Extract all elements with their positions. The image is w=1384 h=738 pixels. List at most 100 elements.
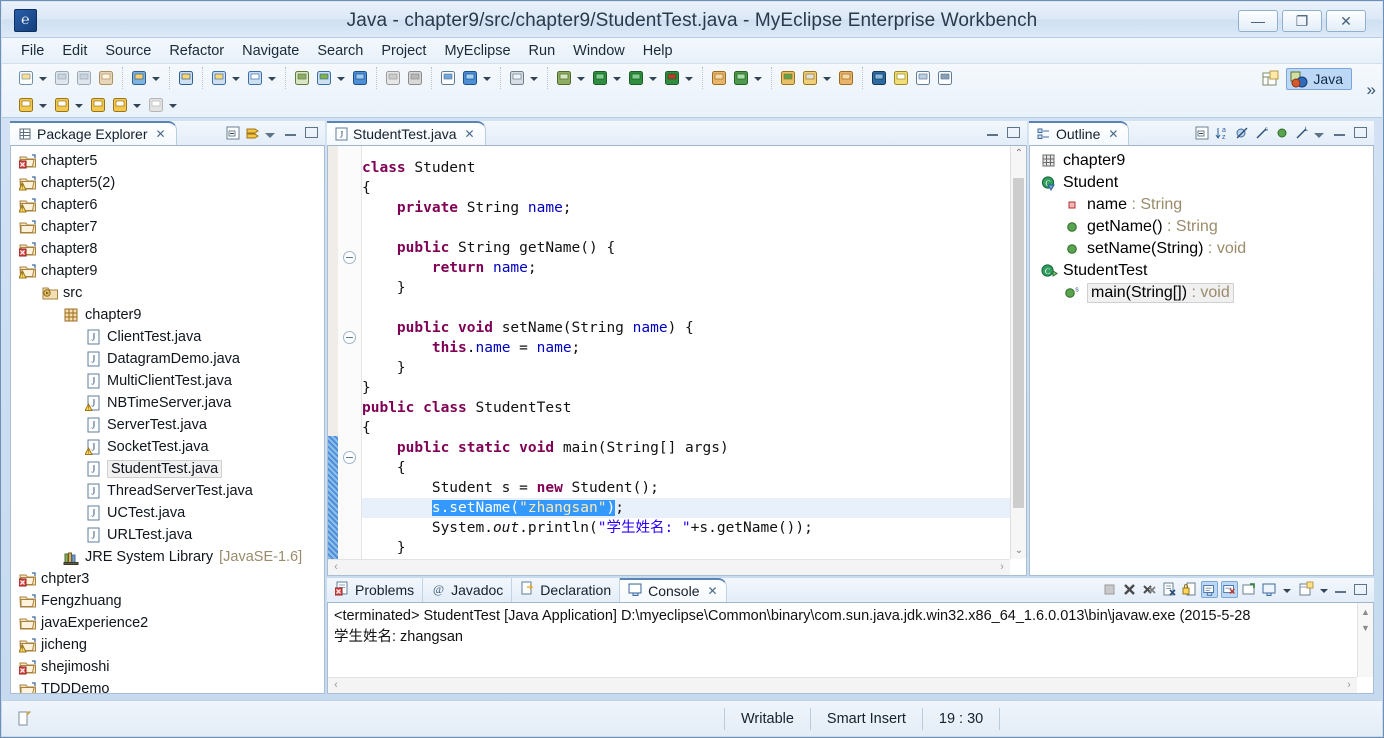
myeclipse-dropdown-arrow[interactable] <box>150 70 161 86</box>
coverage-dd-arrow[interactable] <box>683 70 694 86</box>
perspective-java-button[interactable]: Java <box>1286 68 1352 90</box>
package-tree-item[interactable]: J StudentTest.java <box>11 458 324 480</box>
close-window-button[interactable]: ✕ <box>1326 10 1366 32</box>
tab-package-explorer[interactable]: Package Explorer ✕ <box>10 121 177 145</box>
package-tree-item[interactable]: chapter5 <box>11 150 324 172</box>
package-icon[interactable] <box>837 69 855 87</box>
run-dd-arrow[interactable] <box>611 70 622 86</box>
show-console-on-error-icon[interactable] <box>1221 581 1238 598</box>
hscroll-right-arrow[interactable]: › <box>994 560 1010 575</box>
open-type-icon[interactable] <box>732 69 750 87</box>
outline-item[interactable]: name : String <box>1030 194 1373 216</box>
collapse-all-icon[interactable] <box>1194 125 1210 141</box>
forward-icon[interactable] <box>111 96 129 114</box>
package-tree-item[interactable]: ! chapter9 <box>11 260 324 282</box>
package-tree-item[interactable]: J ServerTest.java <box>11 414 324 436</box>
open-folder-icon[interactable] <box>779 69 797 87</box>
console-horizontal-scrollbar[interactable]: ‹ › <box>328 677 1357 693</box>
view-menu-icon[interactable] <box>265 125 281 141</box>
web-preview-dd-arrow[interactable] <box>481 70 492 86</box>
web-browser-icon[interactable] <box>351 69 369 87</box>
clear-console-icon[interactable] <box>1161 581 1178 598</box>
menu-refactor[interactable]: Refactor <box>160 40 233 62</box>
close-icon[interactable]: ✕ <box>465 127 475 141</box>
console-output-area[interactable]: <terminated> StudentTest [Java Applicati… <box>328 603 1373 648</box>
deploy-icon[interactable] <box>177 69 195 87</box>
run-icon[interactable] <box>591 69 609 87</box>
minimize-icon[interactable] <box>1335 582 1351 598</box>
package-tree-item[interactable]: chapter8 <box>11 238 324 260</box>
export-icon[interactable] <box>315 69 333 87</box>
tab-studenttest-java[interactable]: J StudentTest.java ✕ <box>327 121 486 145</box>
minimize-window-button[interactable]: — <box>1238 10 1278 32</box>
editor-vertical-scrollbar[interactable]: ⌃ ⌄ <box>1010 146 1026 559</box>
hscroll-right-arrow[interactable]: › <box>1341 678 1357 693</box>
tab-outline[interactable]: Outline ✕ <box>1029 121 1130 145</box>
scroll-down-arrow[interactable]: ⌄ <box>1011 543 1026 559</box>
package-tree-item[interactable]: JRE System Library [JavaSE-1.6] <box>11 546 324 568</box>
highlight-icon[interactable] <box>892 69 910 87</box>
edit-icon[interactable] <box>801 69 819 87</box>
package-tree-item[interactable]: ! jicheng <box>11 634 324 656</box>
package-tree-item[interactable]: ! chapter5(2) <box>11 172 324 194</box>
collapse-all-icon[interactable] <box>225 125 241 141</box>
hide-local-icon[interactable]: L <box>1294 125 1310 141</box>
new-console-dd-arrow[interactable] <box>1318 582 1329 598</box>
package-tree-item[interactable]: J URLTest.java <box>11 524 324 546</box>
hide-nonpublic-icon[interactable] <box>1274 125 1290 141</box>
report-icon[interactable] <box>439 69 457 87</box>
menu-file[interactable]: File <box>12 40 53 62</box>
menu-project[interactable]: Project <box>372 40 435 62</box>
package-tree-item[interactable]: TDDDemo <box>11 678 324 693</box>
menu-run[interactable]: Run <box>520 40 565 62</box>
package-tree-item[interactable]: J! NBTimeServer.java <box>11 392 324 414</box>
outline-item[interactable]: C Student <box>1030 172 1373 194</box>
prev-annotation-dd-arrow[interactable] <box>37 97 48 113</box>
hide-fields-icon[interactable] <box>1234 125 1250 141</box>
package-tree-item[interactable]: J UCTest.java <box>11 502 324 524</box>
hscroll-left-arrow[interactable]: ‹ <box>328 678 344 693</box>
package-tree-item[interactable]: ! chapter6 <box>11 194 324 216</box>
code-area[interactable]: class Student{ private String name; publ… <box>328 146 1026 575</box>
menu-source[interactable]: Source <box>96 40 160 62</box>
close-icon[interactable]: ✕ <box>1108 127 1118 141</box>
scroll-lock-icon[interactable] <box>1181 581 1198 598</box>
fold-collapse-icon[interactable] <box>343 251 356 264</box>
coverage-icon[interactable] <box>663 69 681 87</box>
menu-navigate[interactable]: Navigate <box>233 40 308 62</box>
back-icon[interactable] <box>89 96 107 114</box>
next-annotation-icon[interactable] <box>53 96 71 114</box>
outline-item[interactable]: setName(String) : void <box>1030 238 1373 260</box>
view-menu-icon[interactable] <box>1314 125 1330 141</box>
new-dropdown-arrow[interactable] <box>37 70 48 86</box>
package-tree-item[interactable]: J! SocketTest.java <box>11 436 324 458</box>
debug-dd-arrow[interactable] <box>575 70 586 86</box>
new-console-view-icon[interactable] <box>1298 581 1315 598</box>
new-class-icon[interactable] <box>246 69 264 87</box>
scroll-thumb[interactable] <box>1013 178 1024 508</box>
menu-edit[interactable]: Edit <box>53 40 96 62</box>
fold-collapse-icon[interactable] <box>343 451 356 464</box>
edit-dd-arrow[interactable] <box>821 70 832 86</box>
forward-dd-arrow[interactable] <box>131 97 142 113</box>
tab-problems[interactable]: Problems <box>327 578 424 602</box>
new-java-dd-arrow[interactable] <box>230 70 241 86</box>
search-icon[interactable] <box>870 69 888 87</box>
hide-static-icon[interactable]: s <box>1254 125 1270 141</box>
outline-item[interactable]: chapter9 <box>1030 150 1373 172</box>
open-type-dd-arrow[interactable] <box>752 70 763 86</box>
minimize-icon[interactable] <box>285 125 301 141</box>
package-tree-item[interactable]: J MultiClientTest.java <box>11 370 324 392</box>
outline-item[interactable]: getName() : String <box>1030 216 1373 238</box>
import-icon[interactable] <box>293 69 311 87</box>
restore-window-button[interactable]: ❐ <box>1282 10 1322 32</box>
run-config-icon[interactable] <box>627 69 645 87</box>
package-tree-item[interactable]: chapter9 <box>11 304 324 326</box>
menu-help[interactable]: Help <box>634 40 682 62</box>
open-perspective-icon[interactable] <box>1260 70 1280 88</box>
package-tree-item[interactable]: J DatagramDemo.java <box>11 348 324 370</box>
menu-myeclipse[interactable]: MyEclipse <box>435 40 519 62</box>
menu-window[interactable]: Window <box>564 40 634 62</box>
terminate-icon[interactable] <box>1101 581 1118 598</box>
previous-annotation-icon[interactable] <box>17 96 35 114</box>
